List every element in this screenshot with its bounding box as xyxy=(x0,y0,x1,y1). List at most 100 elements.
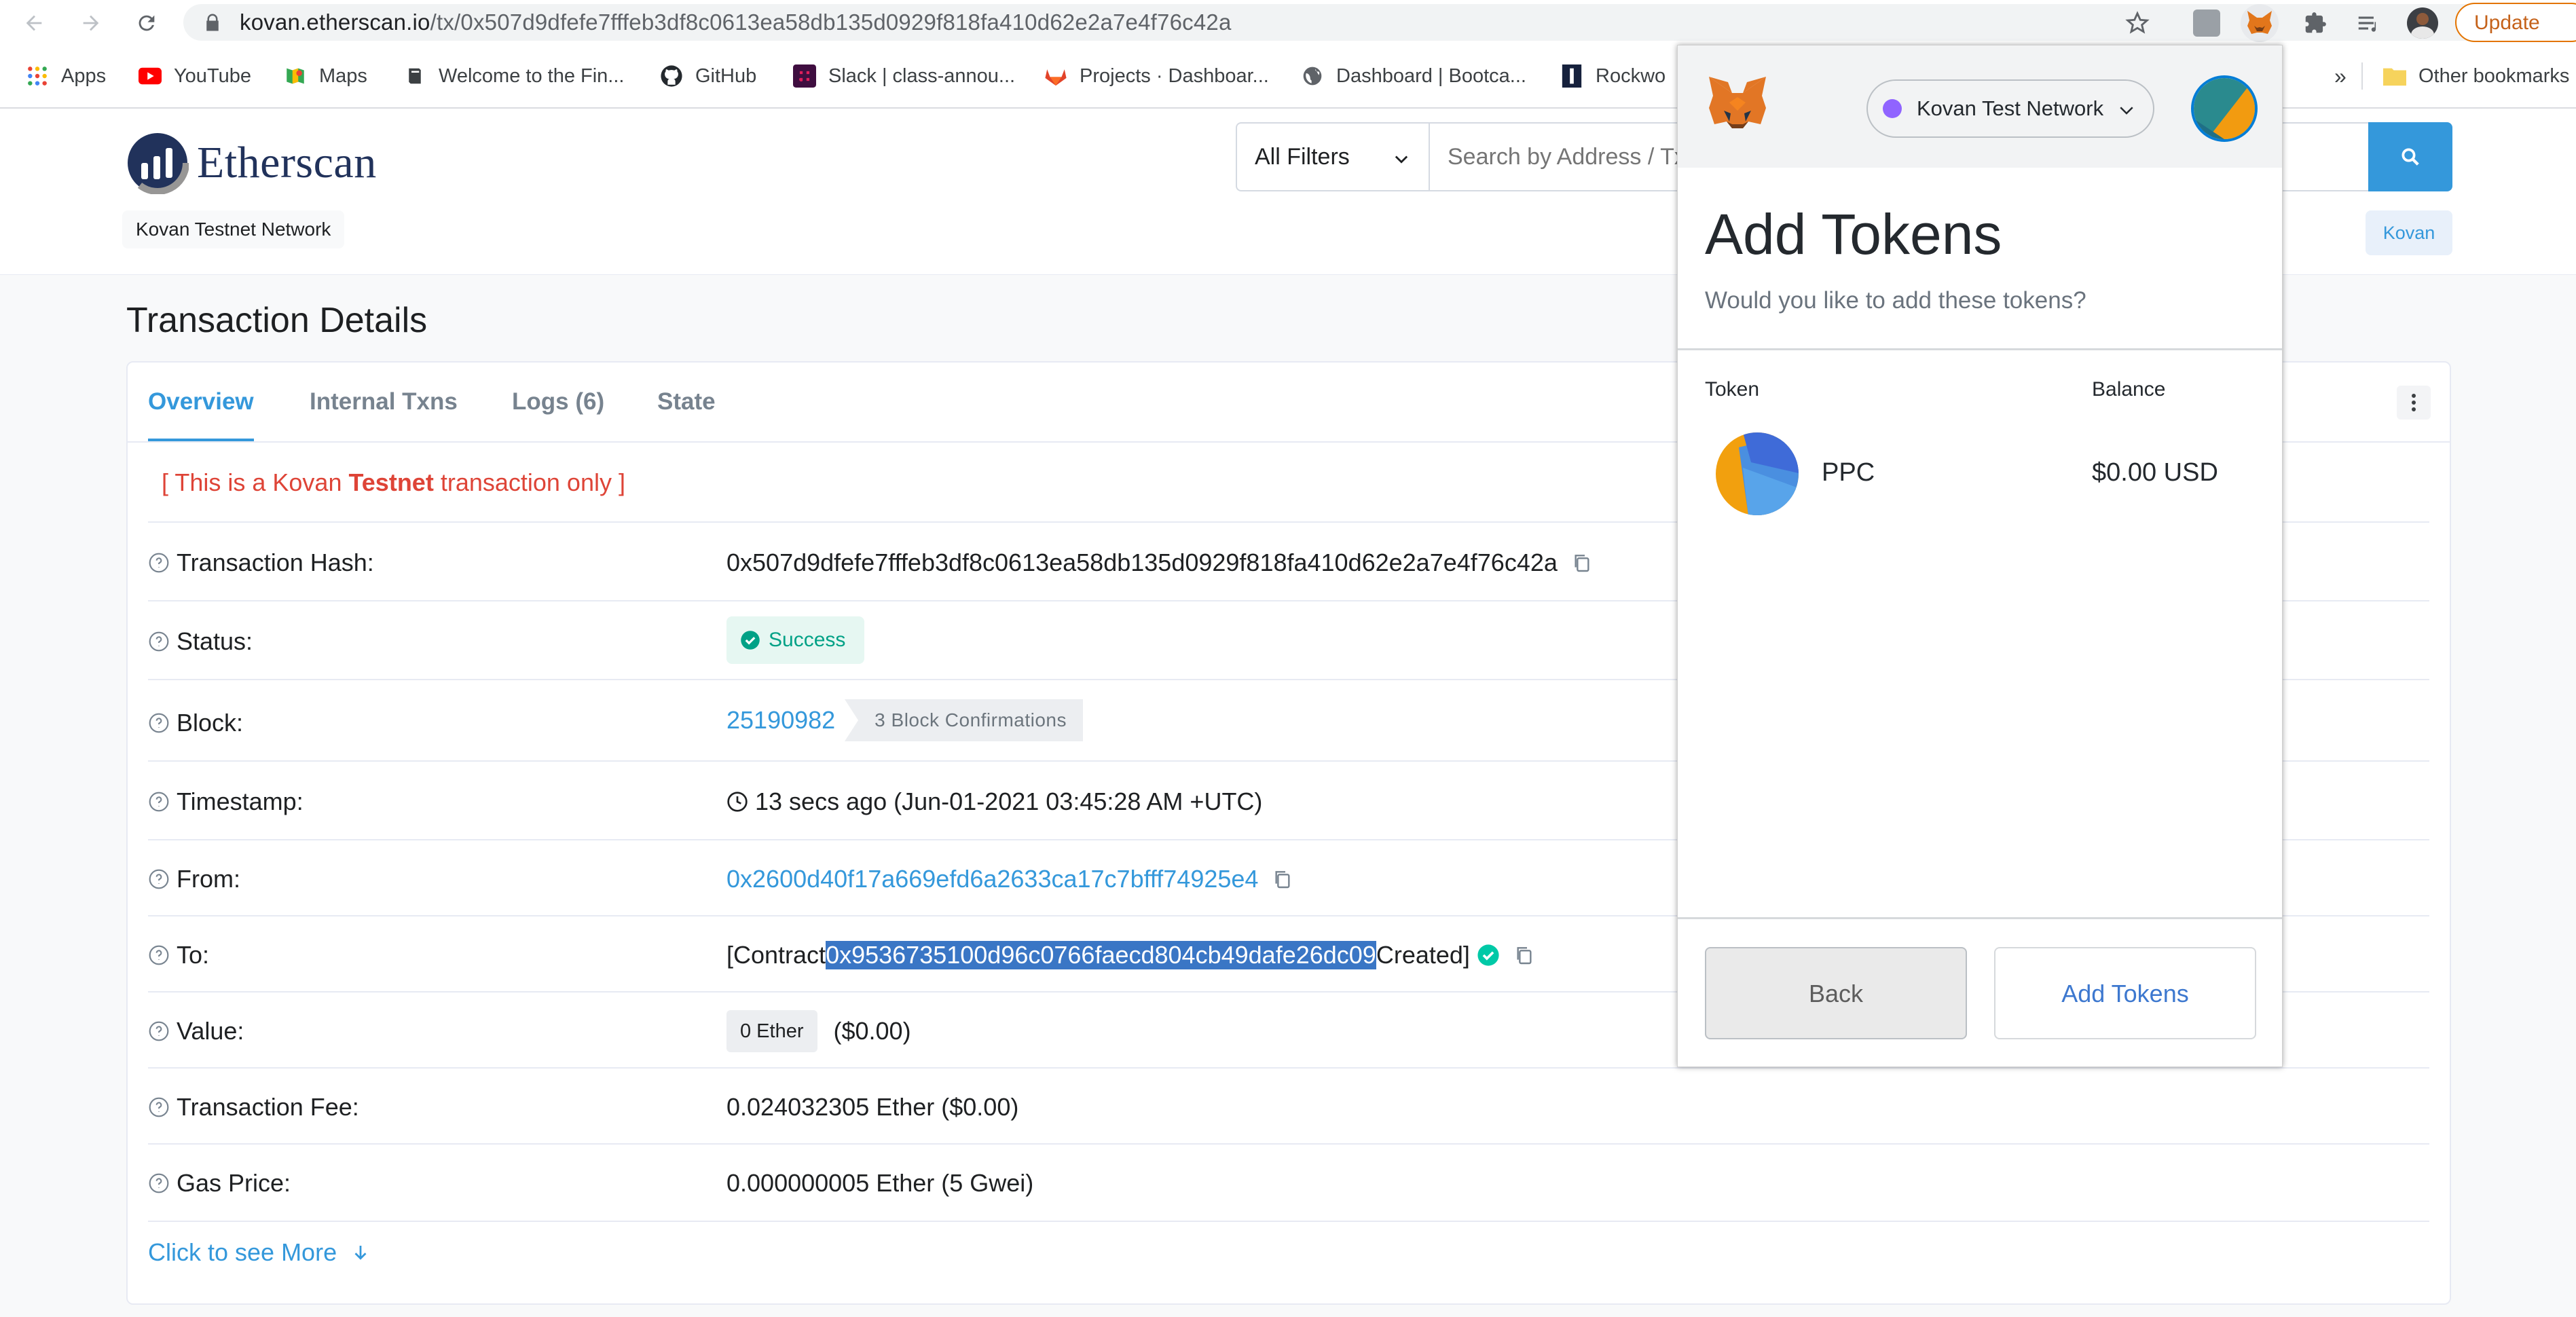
url-path: /tx/0x507d9dfefe7fffeb3df8c0613ea58db135… xyxy=(430,10,1232,35)
filter-label: All Filters xyxy=(1255,144,1350,170)
network-tag: Kovan Testnet Network xyxy=(122,210,345,248)
bookmark-rockwood[interactable]: Rockwo xyxy=(1560,52,1666,100)
status-text: Success xyxy=(769,629,846,651)
transaction-hash: 0x507d9dfefe7fffeb3df8c0613ea58db135d092… xyxy=(726,549,1558,576)
etherscan-logo-icon xyxy=(128,133,189,194)
question-circle-icon[interactable] xyxy=(148,791,170,813)
block-number-link[interactable]: 25190982 xyxy=(726,706,835,735)
row-label: Gas Price: xyxy=(148,1169,291,1198)
metamask-popup: Kovan Test Network Add Tokens Would you … xyxy=(1677,45,2283,1067)
url-text[interactable]: kovan.etherscan.io/tx/0x507d9dfefe7fffeb… xyxy=(240,7,1232,38)
copy-icon[interactable] xyxy=(1272,867,1293,891)
see-more-link[interactable]: Click to see More xyxy=(148,1238,371,1267)
etherscan-logo[interactable]: Etherscan xyxy=(126,132,377,194)
row-label: Status: xyxy=(148,627,253,656)
network-switch-button[interactable]: Kovan xyxy=(2366,210,2452,255)
bookmarks-overflow-chevron[interactable]: » xyxy=(2334,52,2347,100)
from-address-link[interactable]: 0x2600d40f17a669efd6a2633ca17c7bfff74925… xyxy=(726,865,1258,893)
row-label: Timestamp: xyxy=(148,787,303,816)
bookmark-maps[interactable]: Maps xyxy=(284,52,367,100)
tab-state[interactable]: State xyxy=(657,363,716,441)
question-circle-icon[interactable] xyxy=(148,1020,170,1042)
question-circle-icon[interactable] xyxy=(148,712,170,734)
reading-list-icon[interactable] xyxy=(2349,4,2387,42)
metamask-extension-icon[interactable] xyxy=(2241,4,2279,42)
bookmark-other[interactable]: Other bookmarks xyxy=(2383,52,2569,100)
ether-amount-badge: 0 Ether xyxy=(726,1010,817,1052)
bookmark-slack[interactable]: Slack | class-annou... xyxy=(793,52,1015,100)
copy-icon[interactable] xyxy=(1513,943,1535,967)
question-circle-icon[interactable] xyxy=(148,1172,170,1194)
browser-toolbar: kovan.etherscan.io/tx/0x507d9dfefe7fffeb… xyxy=(0,0,2576,46)
clock-icon xyxy=(727,792,748,812)
check-circle-icon xyxy=(741,631,760,650)
label-text: Block: xyxy=(177,709,244,737)
etherscan-logo-text: Etherscan xyxy=(197,138,377,187)
row-value: 0 Ether ($0.00) xyxy=(726,1010,911,1052)
tab-internal-txns[interactable]: Internal Txns xyxy=(310,363,458,441)
filter-select[interactable]: All Filters xyxy=(1236,122,1430,191)
question-circle-icon[interactable] xyxy=(148,631,170,652)
contract-address-link[interactable]: 0x9536735100d96c0766faecd804cb49dafe26dc… xyxy=(826,941,1376,969)
search-icon xyxy=(2402,148,2419,166)
gitlab-icon xyxy=(1044,64,1067,88)
book-icon xyxy=(403,64,426,88)
row-label: Value: xyxy=(148,1017,244,1045)
popup-title: Add Tokens xyxy=(1705,202,2002,266)
back-arrow-icon[interactable] xyxy=(18,7,50,39)
status-badge: Success xyxy=(726,616,865,664)
chevron-down-icon xyxy=(2120,107,2133,115)
popup-subtitle: Would you like to add these tokens? xyxy=(1705,287,2086,314)
back-button[interactable]: Back xyxy=(1705,947,1967,1039)
bookmark-label: Slack | class-annou... xyxy=(828,64,1016,87)
bookmark-youtube[interactable]: YouTube xyxy=(139,52,251,100)
divider xyxy=(1678,917,2282,919)
network-label: Kovan Test Network xyxy=(1917,96,2104,120)
search-button[interactable] xyxy=(2368,122,2452,191)
chevron-down-icon xyxy=(1395,155,1408,164)
extension-generic-icon[interactable] xyxy=(2188,4,2226,42)
profile-avatar-icon[interactable] xyxy=(2404,4,2442,42)
row-value: 0x507d9dfefe7fffeb3df8c0613ea58db135d092… xyxy=(726,549,1593,577)
folder-icon xyxy=(2383,64,2406,88)
add-tokens-button[interactable]: Add Tokens xyxy=(1994,947,2256,1039)
reload-icon[interactable] xyxy=(130,7,163,39)
bookmark-label: YouTube xyxy=(174,64,251,87)
tab-overview[interactable]: Overview xyxy=(148,363,254,441)
row-value: [Contract 0x9536735100d96c0766faecd804cb… xyxy=(726,941,1535,969)
token-row: PPC $0.00 USD xyxy=(1678,426,2282,521)
bookmark-star-icon[interactable] xyxy=(2118,4,2156,42)
more-options-button[interactable] xyxy=(2397,386,2431,420)
bookmark-apps[interactable]: Apps xyxy=(26,52,106,100)
question-circle-icon[interactable] xyxy=(148,1096,170,1118)
fee-value: 0.024032305 Ether ($0.00) xyxy=(726,1093,1019,1121)
row-transaction-fee: Transaction Fee: 0.024032305 Ether ($0.0… xyxy=(148,1067,2429,1145)
slack-icon xyxy=(793,64,816,88)
row-label: Block: xyxy=(148,709,243,737)
label-text: Timestamp: xyxy=(177,787,303,815)
row-value: 25190982 3 Block Confirmations xyxy=(726,699,1084,741)
confirmations-badge: 3 Block Confirmations xyxy=(845,699,1084,741)
bookmark-gitlab[interactable]: Projects · Dashboar... xyxy=(1044,52,1269,100)
lock-icon[interactable] xyxy=(202,12,223,33)
tab-logs[interactable]: Logs (6) xyxy=(512,363,604,441)
row-value: 0.000000005 Ether (5 Gwei) xyxy=(726,1169,1033,1198)
bookmark-welcome[interactable]: Welcome to the Fin... xyxy=(403,52,624,100)
arrow-down-icon xyxy=(354,1246,367,1260)
chrome-update-button[interactable]: Update xyxy=(2455,3,2576,42)
to-suffix: Created] xyxy=(1376,941,1470,969)
copy-icon[interactable] xyxy=(1571,551,1593,575)
question-circle-icon[interactable] xyxy=(148,552,170,574)
notice-prefix: [ This is a Kovan xyxy=(162,468,349,496)
token-balance: $0.00 USD xyxy=(2092,458,2218,487)
bookmark-dashboard[interactable]: Dashboard | Bootca... xyxy=(1301,52,1526,100)
network-selector[interactable]: Kovan Test Network xyxy=(1866,79,2154,138)
forward-arrow-icon[interactable] xyxy=(75,7,107,39)
question-circle-icon[interactable] xyxy=(148,944,170,966)
puzzle-extensions-icon[interactable] xyxy=(2296,4,2334,42)
account-avatar[interactable] xyxy=(2191,75,2258,142)
question-circle-icon[interactable] xyxy=(148,868,170,890)
bookmark-label: GitHub xyxy=(695,64,757,87)
bookmark-label: Dashboard | Bootca... xyxy=(1336,64,1526,87)
bookmark-github[interactable]: GitHub xyxy=(660,52,756,100)
